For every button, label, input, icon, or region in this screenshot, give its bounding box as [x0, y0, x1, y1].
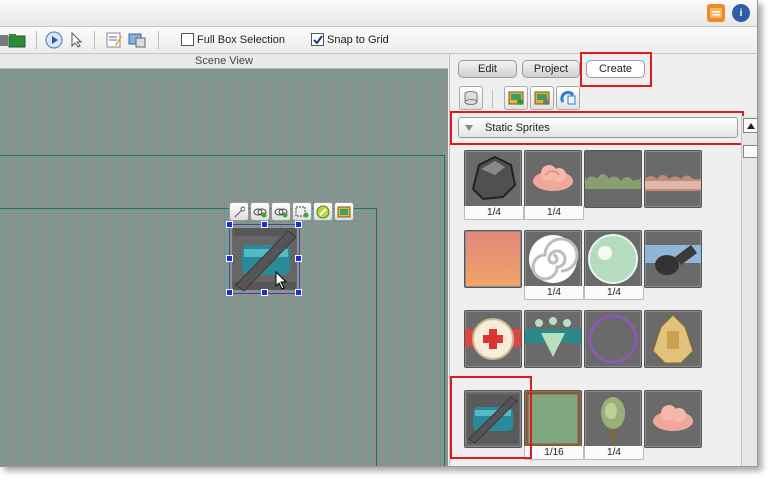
resize-handle[interactable] — [295, 255, 302, 262]
sprite-caption: 1/4 — [584, 446, 644, 460]
sprite-thumb-green-panel[interactable] — [524, 390, 582, 448]
mouse-cursor-icon — [275, 271, 288, 290]
sprite-thumb-spiral[interactable] — [524, 230, 582, 288]
scene-canvas[interactable] — [0, 69, 448, 466]
resize-handle[interactable] — [295, 221, 302, 228]
sprite-mini-toolbar — [229, 202, 354, 221]
edit-sprite-icon[interactable] — [530, 86, 554, 110]
crate-sprite-highlight — [450, 376, 532, 459]
sprite-caption: 1/4 — [584, 286, 644, 300]
sprite-thumb-pink-cloud[interactable] — [524, 150, 582, 208]
rss-icon[interactable] — [707, 4, 725, 22]
resize-handle[interactable] — [261, 289, 268, 296]
checkmark-icon — [312, 34, 323, 45]
scene-view-header: Scene View — [0, 54, 448, 69]
tab-edit[interactable]: Edit — [458, 60, 517, 78]
scroll-up-arrow-icon[interactable] — [743, 118, 757, 133]
main-toolbar: Full Box Selection Snap to Grid — [0, 27, 757, 54]
pencil-edit-icon[interactable] — [313, 202, 333, 221]
sprite-list-scrollbar[interactable] — [741, 116, 757, 466]
snap-to-grid-box[interactable] — [311, 33, 324, 46]
toolbar-separator — [94, 31, 95, 49]
sprite-caption: 1/4 — [524, 206, 584, 220]
sprite-thumb-gradient-sky[interactable] — [464, 230, 522, 288]
group-add-icon[interactable] — [292, 202, 312, 221]
sprite-caption: 1/16 — [524, 446, 584, 460]
tab-project-label: Project — [533, 63, 569, 75]
tab-project[interactable]: Project — [522, 60, 580, 78]
sprite-thumb-gold-ship[interactable] — [644, 310, 702, 368]
snap-to-grid-checkbox[interactable]: Snap to Grid — [311, 33, 389, 46]
dropdown-highlight — [450, 111, 744, 145]
sprite-thumb-bomb[interactable] — [644, 230, 702, 288]
sprite-caption: 1/4 — [524, 286, 584, 300]
resize-handle[interactable] — [226, 255, 233, 262]
sprite-thumb-tree[interactable] — [584, 390, 642, 448]
link-add-icon[interactable] — [250, 202, 270, 221]
properties-panel: Edit Project Create Static Sprites 1/4 1… — [449, 52, 757, 466]
add-sprite-icon[interactable] — [504, 86, 528, 110]
refresh-sprite-icon[interactable] — [556, 86, 580, 110]
resize-handle[interactable] — [226, 221, 233, 228]
info-icon[interactable]: i — [732, 4, 750, 22]
image-properties-icon[interactable] — [334, 202, 354, 221]
sprite-thumb-pink-cloud-2[interactable] — [644, 390, 702, 448]
sprite-thumb-hills-green[interactable] — [584, 150, 642, 208]
sprite-thumb-green-orb[interactable] — [584, 230, 642, 288]
resize-handle[interactable] — [226, 289, 233, 296]
edit-notes-icon[interactable] — [104, 30, 124, 50]
create-tab-highlight — [580, 52, 652, 87]
resize-handle[interactable] — [261, 221, 268, 228]
panel-toolbar-separator — [492, 90, 493, 108]
sprite-thumb-health-cross[interactable] — [464, 310, 522, 368]
screen-settings-icon[interactable] — [127, 30, 147, 50]
scroll-thumb[interactable] — [743, 145, 757, 158]
toolbar-separator — [36, 31, 37, 49]
database-icon[interactable] — [459, 86, 483, 110]
pin-tool-icon[interactable] — [229, 202, 249, 221]
sprite-thumb-hills-pink[interactable] — [644, 150, 702, 208]
sprite-thumb-purple-ring[interactable] — [584, 310, 642, 368]
full-box-selection-box[interactable] — [181, 33, 194, 46]
pointer-icon[interactable] — [67, 30, 87, 50]
tab-edit-label: Edit — [478, 63, 497, 75]
full-box-selection-checkbox[interactable]: Full Box Selection — [181, 33, 285, 46]
full-box-selection-label: Full Box Selection — [197, 33, 286, 46]
scene-boundary-inner — [0, 208, 377, 466]
sprite-thumb-rock[interactable] — [464, 150, 522, 208]
toolbar-separator — [158, 31, 159, 49]
play-icon[interactable] — [44, 30, 64, 50]
app-window: i Full Box Selection Snap to Grid Scene … — [0, 0, 758, 467]
link-remove-icon[interactable] — [271, 202, 291, 221]
selected-crate-sprite[interactable] — [226, 221, 302, 296]
sprite-thumb-crown-banner[interactable] — [524, 310, 582, 368]
title-bar: i — [0, 0, 757, 27]
resize-handle[interactable] — [295, 289, 302, 296]
green-folder-icon[interactable] — [7, 30, 27, 50]
snap-to-grid-label: Snap to Grid — [327, 33, 389, 46]
sprite-caption: 1/4 — [464, 206, 524, 220]
